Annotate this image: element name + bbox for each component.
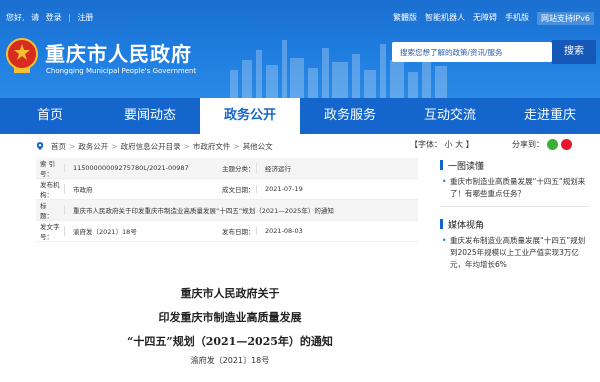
document-title: 重庆市人民政府关于 印发重庆市制造业高质量发展 “十四五”规划（2021—202… [40, 282, 420, 354]
info-row: 发文字号： 渝府发〔2021〕18号 发布日期： 2021-08-03 [36, 221, 418, 242]
section-accent-bar [440, 219, 443, 229]
location-pin-icon [36, 142, 44, 150]
traditional-chinese-link[interactable]: 繁體版 [393, 12, 417, 25]
info-row: 标 题： 重庆市人民政府关于印发重庆市制造业高质量发展“十四五”规划（2021—… [36, 200, 418, 221]
mobile-version-link[interactable]: 手机版 [505, 12, 529, 25]
breadcrumb-government-affairs[interactable]: 政务公开 [78, 141, 108, 152]
document-title-line-1: 重庆市人民政府关于 [180, 287, 280, 300]
smart-robot-link[interactable]: 智能机器人 [425, 12, 465, 25]
breadcrumb-municipal-documents[interactable]: 市政府文件 [193, 141, 231, 152]
sidebar-section-title: 媒体视角 [448, 220, 485, 231]
info-row: 索 引 号： 11500000009275780L/2021-00987 主题分… [36, 158, 418, 179]
issuer-value: 市政府 [64, 184, 216, 194]
font-size-control: 【字体： 小 大 】 [410, 139, 474, 150]
search-button[interactable]: 搜索 [552, 40, 596, 64]
sidebar-section-title: 一图读懂 [448, 161, 485, 172]
sidebar-link-infographic[interactable]: 重庆市制造业高质量发展“十四五”规划来了！有哪些重点任务？ [440, 176, 590, 200]
weibo-share-icon[interactable] [561, 139, 572, 150]
ipv6-badge: 网站支持IPv6 [536, 12, 594, 25]
font-size-large-button[interactable]: 大 [455, 140, 463, 149]
nav-interaction[interactable]: 互动交流 [400, 98, 500, 134]
wechat-share-icon[interactable] [547, 139, 558, 150]
index-label: 索 引 号： [40, 160, 56, 178]
category-label: 主题分类： [222, 165, 255, 173]
breadcrumb-home[interactable]: 首页 [51, 141, 66, 152]
document-number: 渝府发〔2021〕18号 [190, 356, 270, 365]
font-size-close-bracket: 】 [465, 140, 474, 149]
breadcrumb-separator: > [233, 141, 240, 151]
login-prompt-text: 请 [31, 13, 40, 22]
city-skyline-graphic [230, 40, 447, 98]
breadcrumb: 首页 > 政务公开 > 政府信息公开目录 > 市政府文件 > 其他公文 [36, 138, 426, 154]
index-value: 11500000009275780L/2021-00987 [64, 164, 216, 172]
breadcrumb-other-documents[interactable]: 其他公文 [243, 141, 273, 152]
written-date-value: 2021-07-19 [256, 185, 408, 193]
document-title-line-2: 印发重庆市制造业高质量发展 [158, 311, 302, 324]
nav-about-chongqing[interactable]: 走进重庆 [500, 98, 600, 134]
publish-date-label: 发布日期： [222, 228, 255, 236]
breadcrumb-separator: > [111, 141, 118, 151]
written-date-label: 成文日期： [222, 186, 255, 194]
link-divider: | [68, 13, 71, 22]
share-bar: 分享到： [512, 139, 572, 150]
nav-home[interactable]: 首页 [0, 98, 100, 134]
share-label: 分享到： [512, 140, 544, 149]
publish-date-value: 2021-08-03 [256, 227, 408, 235]
main-nav: 首页 要闻动态 政务公开 政务服务 互动交流 走进重庆 [0, 98, 600, 134]
sidebar: 一图读懂 重庆市制造业高质量发展“十四五”规划来了！有哪些重点任务？ 媒体视角 … [440, 158, 590, 277]
site-title[interactable]: 重庆市人民政府 [45, 38, 192, 67]
register-link[interactable]: 注册 [77, 13, 93, 22]
nav-government-services[interactable]: 政务服务 [300, 98, 400, 134]
doc-number-value: 渝府发〔2021〕18号 [64, 226, 216, 236]
sidebar-section-infographic: 一图读懂 [440, 158, 590, 172]
accessibility-link[interactable]: 无障碍 [473, 12, 497, 25]
issuer-label: 发布机构： [40, 181, 60, 199]
divider [440, 206, 590, 207]
top-user-links: 您好, 请 登录 | 注册 [6, 12, 97, 23]
doc-number-label: 发文字号： [40, 223, 60, 241]
category-value: 经济运行 [256, 163, 408, 173]
title-value: 重庆市人民政府关于印发重庆市制造业高质量发展“十四五”规划（2021—2025年… [64, 205, 418, 215]
breadcrumb-info-catalog[interactable]: 政府信息公开目录 [121, 141, 181, 152]
document-info-table: 索 引 号： 11500000009275780L/2021-00987 主题分… [36, 158, 418, 242]
top-right-links: 繁體版 智能机器人 无障碍 手机版 网站支持IPv6 [393, 12, 594, 25]
site-subtitle: Chongqing Municipal People's Government [46, 67, 197, 75]
site-header: 您好, 请 登录 | 注册 繁體版 智能机器人 无障碍 手机版 网站支持IPv6… [0, 0, 600, 98]
document-title-line-3: “十四五”规划（2021—2025年）的通知 [127, 335, 333, 348]
login-link[interactable]: 登录 [46, 13, 62, 22]
title-label: 标 题： [40, 202, 60, 220]
search-input[interactable]: 搜索您想了解的政策/资讯/服务 [392, 42, 552, 62]
section-accent-bar [440, 160, 443, 170]
national-emblem-icon [6, 38, 38, 73]
nav-government-affairs[interactable]: 政务公开 [200, 98, 300, 134]
font-size-small-button[interactable]: 小 [445, 140, 453, 149]
sidebar-section-media: 媒体视角 [440, 217, 590, 231]
nav-news[interactable]: 要闻动态 [100, 98, 200, 134]
breadcrumb-separator: > [69, 141, 76, 151]
info-row: 发布机构： 市政府 成文日期： 2021-07-19 [36, 179, 418, 200]
font-size-label: 【字体： [410, 140, 442, 149]
greeting-text: 您好, [6, 13, 25, 22]
breadcrumb-separator: > [183, 141, 190, 151]
sidebar-link-media[interactable]: 重庆发布制造业高质量发展“十四五”规划 到2025年规模以上工业产值实现3万亿元… [440, 235, 590, 271]
